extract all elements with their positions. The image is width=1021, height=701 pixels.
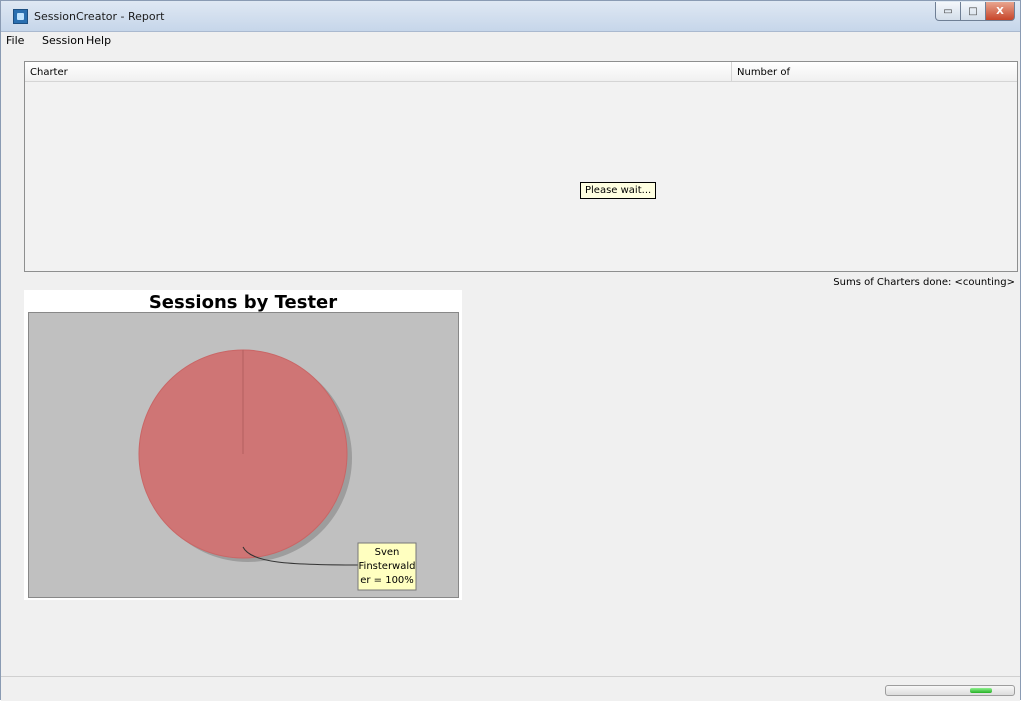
minimize-button[interactable]: ▭ (935, 2, 961, 21)
column-header-number-of[interactable]: Number of (732, 62, 1017, 82)
slice-label-line-2: Finsterwald (359, 561, 416, 572)
menu-help[interactable]: Help (86, 34, 111, 47)
pie-chart: Sven Finsterwald er = 100% (138, 349, 417, 591)
progress-indicator (970, 688, 992, 693)
progress-bar (885, 685, 1015, 696)
maximize-button[interactable]: □ (960, 2, 986, 21)
report-window: SessionCreator - Report ▭ □ X File Sessi… (0, 0, 1021, 701)
close-button[interactable]: X (985, 2, 1015, 21)
status-bar (1, 676, 1020, 701)
app-icon (13, 9, 28, 24)
chart-title: Sessions by Tester (148, 292, 338, 313)
slice-label-line-3: er = 100% (360, 575, 414, 586)
sums-of-charters-label: Sums of Charters done: <counting> (833, 277, 1015, 288)
menu-file[interactable]: File (6, 34, 24, 47)
sessions-chart-panel: Sessions by Tester Sven Finsterwald er =… (24, 290, 462, 600)
title-bar[interactable]: SessionCreator - Report ▭ □ X (1, 1, 1020, 32)
minimize-icon: ▭ (943, 5, 953, 17)
column-header-charter[interactable]: Charter (25, 62, 732, 82)
chart-plot-area: Sven Finsterwald er = 100% (28, 312, 459, 598)
slice-label-line-1: Sven (375, 547, 400, 558)
charter-table[interactable]: Charter Number of Please wait... (24, 61, 1018, 272)
menu-bar: File Session Help (1, 32, 1020, 49)
window-title: SessionCreator - Report (34, 10, 165, 23)
loading-message: Please wait... (580, 182, 657, 199)
maximize-icon: □ (968, 5, 978, 17)
close-icon: X (996, 5, 1004, 17)
menu-session[interactable]: Session (42, 34, 84, 47)
